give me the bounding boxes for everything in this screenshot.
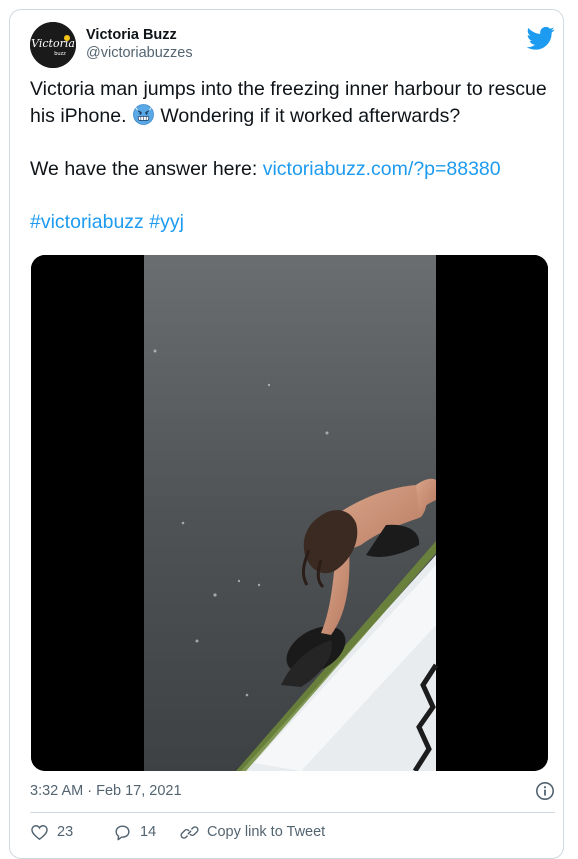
article-link[interactable]: victoriabuzz.com/?p=88380 xyxy=(263,158,501,180)
tweet-text: Victoria man jumps into the freezing inn… xyxy=(30,76,550,235)
tweet-actions: 23 14 Copy link to Tweet xyxy=(30,820,555,844)
tweet-meta: 3:32 AM · Feb 17, 2021 xyxy=(30,780,555,802)
video-frame xyxy=(31,255,548,771)
reply-bubble-icon xyxy=(115,824,130,840)
tweet-card[interactable]: Victoria buzz Victoria Buzz @victoriabuz… xyxy=(9,9,564,859)
answer-prefix-text: We have the answer here: xyxy=(30,157,263,180)
hashtag-yyj[interactable]: #yyj xyxy=(149,211,184,233)
cold-face-emoji-icon xyxy=(133,103,154,125)
author-names[interactable]: Victoria Buzz @victoriabuzzes xyxy=(86,26,193,63)
video-media[interactable] xyxy=(31,255,548,771)
copy-link-label: Copy link to Tweet xyxy=(207,824,326,840)
copy-link-button[interactable]: Copy link to Tweet xyxy=(180,820,325,844)
avatar-logo-subtext: buzz xyxy=(54,51,66,57)
author-display-name[interactable]: Victoria Buzz xyxy=(86,26,193,44)
tweet-paragraph-2: We have the answer here: victoriabuzz.co… xyxy=(30,156,550,183)
reply-button[interactable]: 14 xyxy=(113,820,156,844)
tweet-header: Victoria buzz Victoria Buzz @victoriabuz… xyxy=(30,20,555,76)
author-handle[interactable]: @victoriabuzzes xyxy=(86,44,193,63)
like-count: 23 xyxy=(57,824,74,840)
timestamp[interactable]: 3:32 AM · Feb 17, 2021 xyxy=(30,783,182,799)
avatar[interactable]: Victoria buzz xyxy=(30,22,76,68)
like-button[interactable]: 23 xyxy=(30,820,73,844)
divider xyxy=(30,812,555,813)
reply-count: 14 xyxy=(140,824,157,840)
tweet-paragraph-3: #victoriabuzz #yyj xyxy=(30,209,550,236)
hashtag-victoriabuzz[interactable]: #victoriabuzz xyxy=(30,211,144,233)
link-icon xyxy=(180,825,199,839)
heart-icon xyxy=(31,824,48,840)
tweet-paragraph-1: Victoria man jumps into the freezing inn… xyxy=(30,76,550,129)
tweet-line1-rest-text: Wondering if it worked afterwards? xyxy=(160,104,461,127)
info-icon[interactable] xyxy=(535,781,555,801)
twitter-bird-icon[interactable] xyxy=(527,24,555,52)
